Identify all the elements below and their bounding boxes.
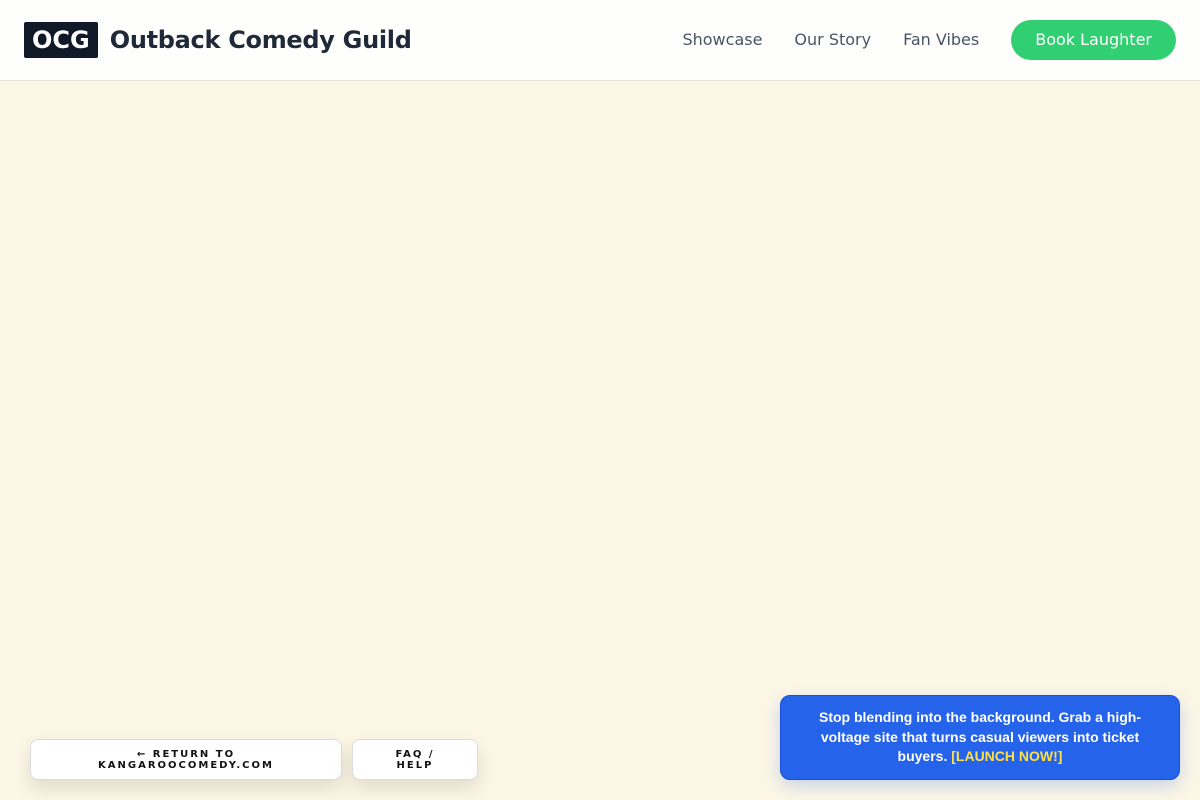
logo-badge[interactable]: OCG	[24, 22, 98, 58]
promo-banner[interactable]: Stop blending into the background. Grab …	[780, 695, 1180, 780]
brand[interactable]: OCG Outback Comedy Guild	[24, 22, 412, 58]
nav-link-showcase[interactable]: Showcase	[682, 20, 762, 60]
nav-link-fan-vibes[interactable]: Fan Vibes	[903, 20, 979, 60]
faq-help-button[interactable]: FAQ / HELP	[352, 739, 478, 780]
site-header: OCG Outback Comedy Guild Showcase Our St…	[0, 0, 1200, 81]
main-nav: Showcase Our Story Fan Vibes Book Laught…	[682, 20, 1176, 60]
brand-name[interactable]: Outback Comedy Guild	[110, 22, 412, 58]
book-laughter-button[interactable]: Book Laughter	[1011, 20, 1176, 60]
bottom-actions: ← RETURN TO KANGAROOCOMEDY.COM FAQ / HEL…	[30, 739, 478, 780]
return-to-site-button[interactable]: ← RETURN TO KANGAROOCOMEDY.COM	[30, 739, 342, 780]
nav-link-our-story[interactable]: Our Story	[794, 20, 871, 60]
promo-launch-link[interactable]: [LAUNCH NOW!]	[951, 748, 1062, 764]
